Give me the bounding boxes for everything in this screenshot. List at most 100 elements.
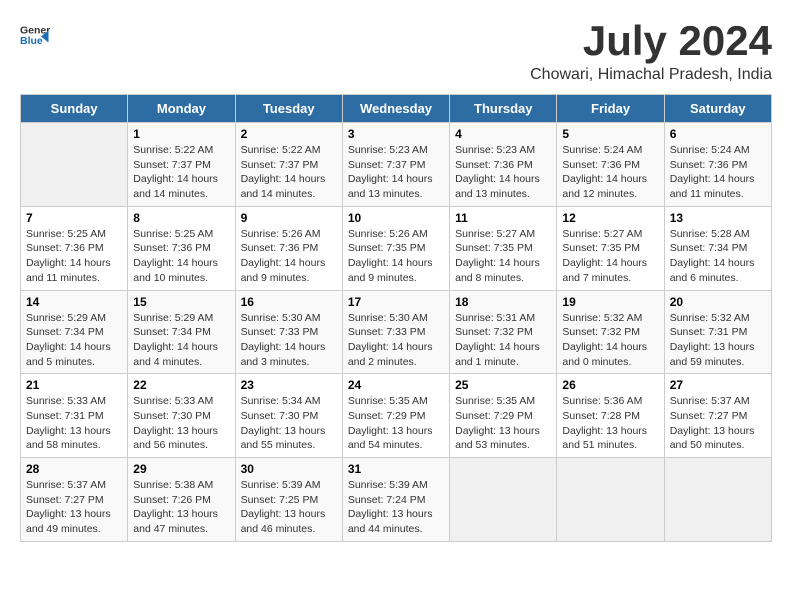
calendar-day-cell: 20 Sunrise: 5:32 AM Sunset: 7:31 PM Dayli… (664, 290, 771, 374)
calendar-day-cell: 12 Sunrise: 5:27 AM Sunset: 7:35 PM Dayli… (557, 206, 664, 290)
day-info: Sunrise: 5:24 AM Sunset: 7:36 PM Dayligh… (670, 143, 766, 202)
day-number: 10 (348, 211, 444, 225)
day-number: 4 (455, 127, 551, 141)
day-info: Sunrise: 5:24 AM Sunset: 7:36 PM Dayligh… (562, 143, 658, 202)
day-number: 20 (670, 295, 766, 309)
day-info: Sunrise: 5:37 AM Sunset: 7:27 PM Dayligh… (670, 394, 766, 453)
month-year-title: July 2024 (530, 20, 772, 62)
logo-icon: General Blue (20, 20, 50, 50)
weekday-header-cell: Wednesday (342, 95, 449, 123)
calendar-day-cell: 15Sunrise: 5:29 AM Sunset: 7:34 PM Dayli… (128, 290, 235, 374)
day-number: 16 (241, 295, 337, 309)
calendar-day-cell: 21 Sunrise: 5:33 AM Sunset: 7:31 PM Dayli… (21, 374, 128, 458)
day-info: Sunrise: 5:26 AM Sunset: 7:36 PM Dayligh… (241, 227, 337, 286)
day-number: 29 (133, 462, 229, 476)
day-info: Sunrise: 5:22 AM Sunset: 7:37 PM Dayligh… (241, 143, 337, 202)
calendar-day-cell: 2 Sunrise: 5:22 AM Sunset: 7:37 PM Daylig… (235, 123, 342, 207)
calendar-week-row: 28 Sunrise: 5:37 AM Sunset: 7:27 PM Dayli… (21, 458, 772, 542)
day-number: 2 (241, 127, 337, 141)
calendar-day-cell: 16Sunrise: 5:30 AM Sunset: 7:33 PM Dayli… (235, 290, 342, 374)
day-number: 9 (241, 211, 337, 225)
day-number: 12 (562, 211, 658, 225)
day-info: Sunrise: 5:37 AM Sunset: 7:27 PM Dayligh… (26, 478, 122, 537)
day-info: Sunrise: 5:27 AM Sunset: 7:35 PM Dayligh… (455, 227, 551, 286)
calendar-day-cell: 3 Sunrise: 5:23 AM Sunset: 7:37 PM Daylig… (342, 123, 449, 207)
day-info: Sunrise: 5:33 AM Sunset: 7:31 PM Dayligh… (26, 394, 122, 453)
day-number: 22 (133, 378, 229, 392)
day-info: Sunrise: 5:39 AM Sunset: 7:24 PM Dayligh… (348, 478, 444, 537)
calendar-day-cell: 29 Sunrise: 5:38 AM Sunset: 7:26 PM Dayli… (128, 458, 235, 542)
calendar-day-cell: 10Sunrise: 5:26 AM Sunset: 7:35 PM Dayli… (342, 206, 449, 290)
calendar-week-row: 7Sunrise: 5:25 AM Sunset: 7:36 PM Daylig… (21, 206, 772, 290)
weekday-header-cell: Monday (128, 95, 235, 123)
calendar-day-cell: 25 Sunrise: 5:35 AM Sunset: 7:29 PM Dayli… (450, 374, 557, 458)
day-number: 15 (133, 295, 229, 309)
location-subtitle: Chowari, Himachal Pradesh, India (530, 66, 772, 84)
calendar-week-row: 1 Sunrise: 5:22 AM Sunset: 7:37 PM Daylig… (21, 123, 772, 207)
day-info: Sunrise: 5:30 AM Sunset: 7:33 PM Dayligh… (348, 311, 444, 370)
calendar-day-cell (450, 458, 557, 542)
calendar-day-cell: 5 Sunrise: 5:24 AM Sunset: 7:36 PM Daylig… (557, 123, 664, 207)
day-info: Sunrise: 5:23 AM Sunset: 7:36 PM Dayligh… (455, 143, 551, 202)
logo: General Blue (20, 20, 50, 50)
day-info: Sunrise: 5:23 AM Sunset: 7:37 PM Dayligh… (348, 143, 444, 202)
day-number: 25 (455, 378, 551, 392)
calendar-day-cell (21, 123, 128, 207)
day-info: Sunrise: 5:32 AM Sunset: 7:31 PM Dayligh… (670, 311, 766, 370)
calendar-day-cell: 6Sunrise: 5:24 AM Sunset: 7:36 PM Daylig… (664, 123, 771, 207)
weekday-header-cell: Sunday (21, 95, 128, 123)
day-number: 3 (348, 127, 444, 141)
calendar-day-cell: 27Sunrise: 5:37 AM Sunset: 7:27 PM Dayli… (664, 374, 771, 458)
day-number: 18 (455, 295, 551, 309)
calendar-table: SundayMondayTuesdayWednesdayThursdayFrid… (20, 94, 772, 542)
calendar-day-cell: 13 Sunrise: 5:28 AM Sunset: 7:34 PM Dayli… (664, 206, 771, 290)
day-number: 11 (455, 211, 551, 225)
calendar-day-cell: 23 Sunrise: 5:34 AM Sunset: 7:30 PM Dayli… (235, 374, 342, 458)
day-number: 23 (241, 378, 337, 392)
day-info: Sunrise: 5:36 AM Sunset: 7:28 PM Dayligh… (562, 394, 658, 453)
day-number: 21 (26, 378, 122, 392)
day-number: 1 (133, 127, 229, 141)
calendar-day-cell: 26 Sunrise: 5:36 AM Sunset: 7:28 PM Dayli… (557, 374, 664, 458)
day-number: 8 (133, 211, 229, 225)
day-info: Sunrise: 5:25 AM Sunset: 7:36 PM Dayligh… (133, 227, 229, 286)
day-number: 31 (348, 462, 444, 476)
day-info: Sunrise: 5:25 AM Sunset: 7:36 PM Dayligh… (26, 227, 122, 286)
day-info: Sunrise: 5:22 AM Sunset: 7:37 PM Dayligh… (133, 143, 229, 202)
calendar-day-cell: 11 Sunrise: 5:27 AM Sunset: 7:35 PM Dayli… (450, 206, 557, 290)
calendar-day-cell (664, 458, 771, 542)
day-info: Sunrise: 5:27 AM Sunset: 7:35 PM Dayligh… (562, 227, 658, 286)
calendar-day-cell: 1 Sunrise: 5:22 AM Sunset: 7:37 PM Daylig… (128, 123, 235, 207)
day-info: Sunrise: 5:29 AM Sunset: 7:34 PM Dayligh… (26, 311, 122, 370)
day-number: 24 (348, 378, 444, 392)
weekday-header-cell: Friday (557, 95, 664, 123)
calendar-day-cell: 7Sunrise: 5:25 AM Sunset: 7:36 PM Daylig… (21, 206, 128, 290)
day-info: Sunrise: 5:35 AM Sunset: 7:29 PM Dayligh… (455, 394, 551, 453)
calendar-day-cell: 19Sunrise: 5:32 AM Sunset: 7:32 PM Dayli… (557, 290, 664, 374)
calendar-day-cell: 14Sunrise: 5:29 AM Sunset: 7:34 PM Dayli… (21, 290, 128, 374)
day-number: 13 (670, 211, 766, 225)
day-info: Sunrise: 5:35 AM Sunset: 7:29 PM Dayligh… (348, 394, 444, 453)
day-info: Sunrise: 5:31 AM Sunset: 7:32 PM Dayligh… (455, 311, 551, 370)
day-number: 19 (562, 295, 658, 309)
day-info: Sunrise: 5:28 AM Sunset: 7:34 PM Dayligh… (670, 227, 766, 286)
day-number: 28 (26, 462, 122, 476)
day-number: 5 (562, 127, 658, 141)
day-number: 26 (562, 378, 658, 392)
calendar-day-cell: 18 Sunrise: 5:31 AM Sunset: 7:32 PM Dayli… (450, 290, 557, 374)
calendar-day-cell: 30Sunrise: 5:39 AM Sunset: 7:25 PM Dayli… (235, 458, 342, 542)
calendar-day-cell (557, 458, 664, 542)
page-header: General Blue July 2024 Chowari, Himachal… (20, 20, 772, 84)
day-info: Sunrise: 5:38 AM Sunset: 7:26 PM Dayligh… (133, 478, 229, 537)
day-info: Sunrise: 5:34 AM Sunset: 7:30 PM Dayligh… (241, 394, 337, 453)
calendar-week-row: 21 Sunrise: 5:33 AM Sunset: 7:31 PM Dayli… (21, 374, 772, 458)
calendar-day-cell: 4 Sunrise: 5:23 AM Sunset: 7:36 PM Daylig… (450, 123, 557, 207)
day-info: Sunrise: 5:33 AM Sunset: 7:30 PM Dayligh… (133, 394, 229, 453)
calendar-day-cell: 24 Sunrise: 5:35 AM Sunset: 7:29 PM Dayli… (342, 374, 449, 458)
weekday-header-cell: Tuesday (235, 95, 342, 123)
calendar-day-cell: 8 Sunrise: 5:25 AM Sunset: 7:36 PM Daylig… (128, 206, 235, 290)
day-info: Sunrise: 5:39 AM Sunset: 7:25 PM Dayligh… (241, 478, 337, 537)
title-block: July 2024 Chowari, Himachal Pradesh, Ind… (530, 20, 772, 84)
weekday-header-cell: Thursday (450, 95, 557, 123)
calendar-day-cell: 17Sunrise: 5:30 AM Sunset: 7:33 PM Dayli… (342, 290, 449, 374)
